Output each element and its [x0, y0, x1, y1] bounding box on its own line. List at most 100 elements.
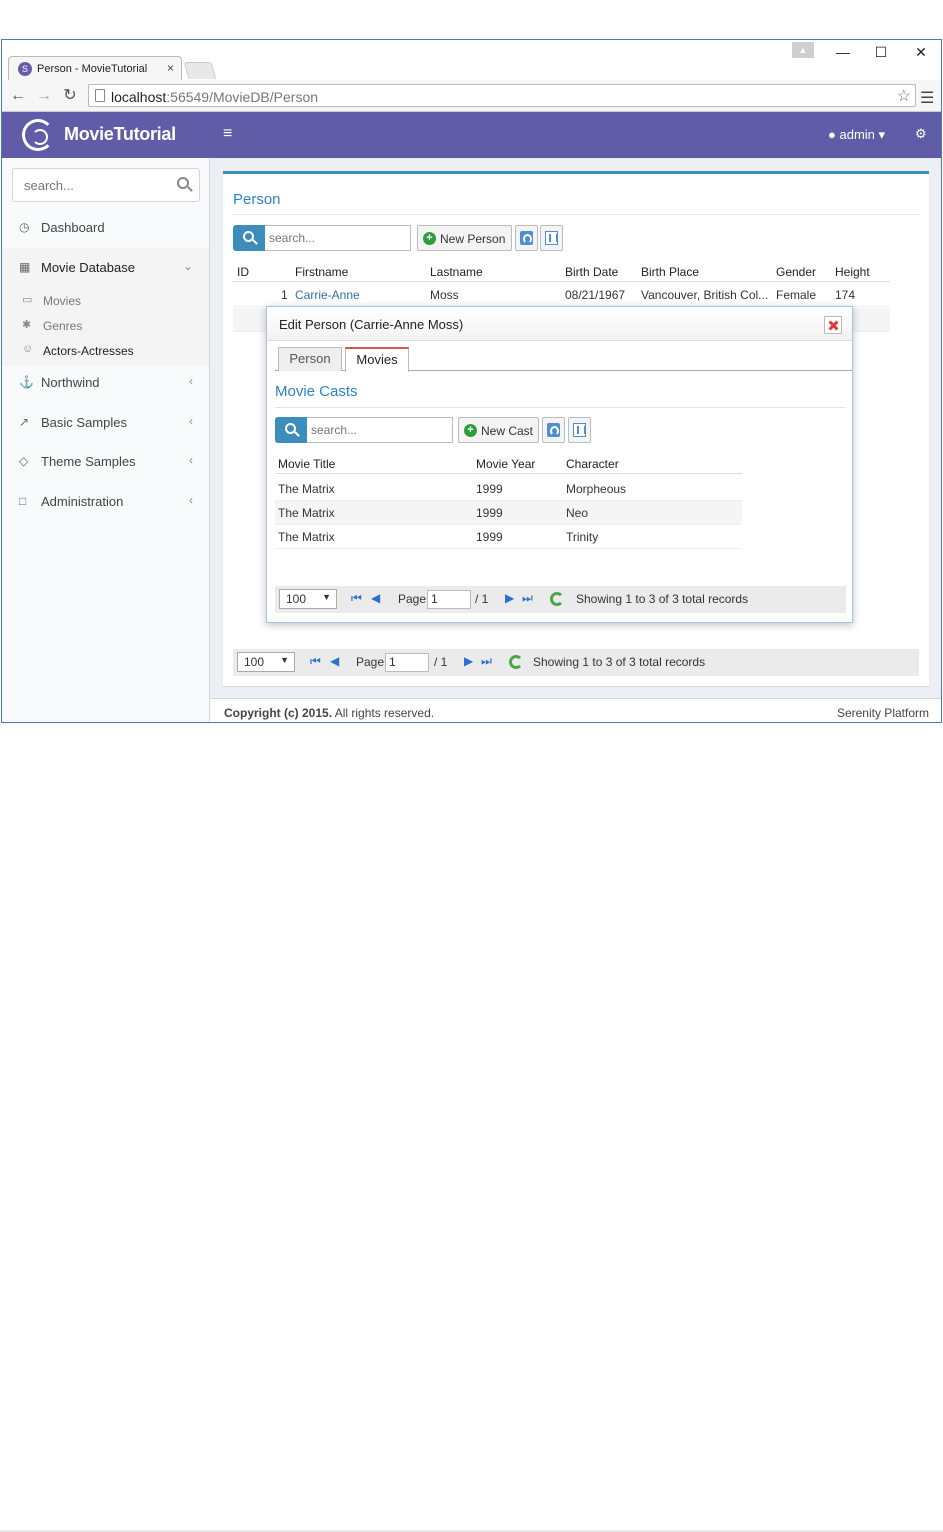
refresh-icon [547, 423, 560, 437]
col-character[interactable]: Character [566, 457, 619, 471]
sidebar-item-genres[interactable]: ✱ Genres [2, 313, 209, 338]
close-window-button[interactable]: ✕ [908, 42, 934, 62]
first-page-icon[interactable]: ⏮ [310, 654, 321, 669]
table-row[interactable]: 1 Carrie-Anne Moss 08/21/1967 Vancouver,… [233, 283, 890, 307]
columns-icon [545, 231, 558, 245]
col-birth-place[interactable]: Birth Place [641, 265, 699, 279]
tab-close-icon[interactable]: × [167, 61, 174, 75]
sidebar-item-actors-actresses[interactable]: ☺ Actors-Actresses [2, 338, 209, 363]
copyright-text: Copyright (c) 2015. All rights reserved. [224, 706, 435, 720]
cell-lastname: Moss [430, 288, 459, 302]
col-movie-year[interactable]: Movie Year [476, 457, 535, 471]
search-button[interactable] [275, 417, 307, 443]
sidebar-item-label: Northwind [41, 375, 100, 390]
page-title: Person [233, 191, 281, 208]
refresh-button[interactable] [542, 417, 565, 443]
app-name[interactable]: MovieTutorial [64, 124, 176, 145]
table-row[interactable]: The Matrix 1999 Neo [275, 501, 742, 525]
cell-firstname-link[interactable]: Carrie-Anne [295, 288, 360, 302]
cell-character: Trinity [566, 530, 599, 544]
cell-birth-place: Vancouver, British Col... [641, 288, 769, 302]
magic-icon: ✱ [22, 319, 32, 331]
table-row[interactable]: The Matrix 1999 Trinity [275, 525, 742, 549]
chrome-menu-icon[interactable]: ☰ [920, 88, 934, 108]
page-size-select[interactable]: 100 ▼ [279, 589, 337, 609]
close-icon[interactable] [824, 316, 842, 334]
next-page-icon[interactable]: ▶ [464, 654, 473, 668]
user-menu[interactable]: ● admin ▾ [828, 127, 885, 143]
prev-page-icon[interactable]: ◀ [330, 654, 339, 668]
last-page-icon[interactable]: ⏭ [481, 654, 492, 669]
new-tab-button[interactable] [183, 62, 217, 79]
sidebar-toggle-icon[interactable]: ≡ [223, 125, 232, 143]
page-label: Page [356, 655, 385, 669]
sidebar-item-theme-samples[interactable]: ◇ Theme Samples ‹ [2, 442, 209, 482]
edit-person-dialog: Edit Person (Carrie-Anne Moss) Person Mo… [266, 306, 853, 623]
cell-movie-year: 1999 [476, 506, 503, 520]
minimize-button[interactable]: — [830, 42, 856, 62]
column-picker-button[interactable] [540, 225, 563, 251]
col-gender[interactable]: Gender [776, 265, 816, 279]
page-label: Page [398, 592, 427, 606]
new-person-button[interactable]: + New Person [417, 225, 512, 251]
forward-icon[interactable]: → [34, 86, 54, 106]
sidebar-item-northwind[interactable]: ⚓ Northwind ‹ [2, 363, 209, 403]
chevron-left-icon: ‹ [189, 414, 193, 428]
cast-search-input[interactable] [307, 417, 453, 443]
profile-icon[interactable]: ▲ [792, 42, 814, 58]
sidebar-item-dashboard[interactable]: ◷ Dashboard [2, 208, 209, 248]
anchor-icon: ⚓ [19, 375, 34, 389]
add-icon: + [464, 424, 477, 437]
page-size-select[interactable]: 100 ▼ [237, 652, 295, 672]
page-number-input[interactable]: 1 [385, 653, 429, 672]
refresh-button[interactable] [515, 225, 538, 251]
table-row[interactable]: The Matrix 1999 Morpheous [275, 477, 742, 501]
page-size-value: 100 [244, 655, 265, 669]
logo-icon [22, 119, 54, 151]
next-page-icon[interactable]: ▶ [505, 591, 514, 605]
back-icon[interactable]: ← [8, 86, 28, 106]
col-movie-title[interactable]: Movie Title [278, 457, 335, 471]
new-cast-button[interactable]: + New Cast [458, 417, 539, 443]
reload-icon[interactable] [550, 592, 564, 606]
sidebar-search-input[interactable] [13, 169, 163, 201]
url-text: localhost:56549/MovieDB/Person [111, 89, 319, 105]
settings-gears-icon[interactable]: ⚙ [915, 126, 927, 142]
page-number-input[interactable]: 1 [427, 590, 471, 609]
sidebar: ◷ Dashboard ▦ Movie Database ⌄ ▭ Movies … [2, 158, 210, 722]
sidebar-item-administration[interactable]: □ Administration ‹ [2, 482, 209, 522]
sidebar-item-movie-database[interactable]: ▦ Movie Database ⌄ [2, 248, 209, 288]
maximize-button[interactable]: ☐ [868, 42, 894, 62]
chevron-left-icon: ‹ [189, 493, 193, 507]
bookmark-star-icon[interactable]: ☆ [897, 86, 911, 106]
col-lastname[interactable]: Lastname [430, 265, 483, 279]
col-firstname[interactable]: Firstname [295, 265, 348, 279]
reload-icon[interactable]: ↻ [60, 86, 80, 106]
first-page-icon[interactable]: ⏮ [351, 591, 362, 606]
address-bar[interactable]: localhost:56549/MovieDB/Person ☆ [88, 84, 916, 107]
cell-movie-title: The Matrix [278, 482, 335, 496]
column-picker-button[interactable] [568, 417, 591, 443]
wand-icon: ↗ [19, 415, 30, 429]
person-search-input[interactable] [265, 225, 411, 251]
sidebar-item-label: Administration [41, 494, 124, 509]
add-icon: + [423, 232, 436, 245]
search-button[interactable] [233, 225, 265, 251]
monitor-icon: □ [19, 494, 27, 508]
last-page-icon[interactable]: ⏭ [522, 591, 533, 606]
tab-movies[interactable]: Movies [345, 347, 409, 372]
sidebar-item-label: Dashboard [41, 220, 105, 235]
col-height[interactable]: Height [835, 265, 870, 279]
tab-person[interactable]: Person [278, 347, 342, 371]
dialog-titlebar[interactable]: Edit Person (Carrie-Anne Moss) [267, 307, 852, 341]
new-person-label: New Person [440, 232, 506, 246]
cast-pager: 100 ▼ ⏮ ◀ Page 1 / 1 ▶ ⏭ Showing 1 to 3 o… [275, 586, 846, 613]
sidebar-item-basic-samples[interactable]: ↗ Basic Samples ‹ [2, 403, 209, 443]
col-birth-date[interactable]: Birth Date [565, 265, 618, 279]
cast-quick-search [275, 417, 454, 443]
sidebar-item-movies[interactable]: ▭ Movies [2, 288, 209, 313]
prev-page-icon[interactable]: ◀ [371, 591, 380, 605]
reload-icon[interactable] [509, 655, 523, 669]
browser-tab[interactable]: S Person - MovieTutorial × [8, 56, 182, 80]
col-id[interactable]: ID [237, 265, 249, 279]
